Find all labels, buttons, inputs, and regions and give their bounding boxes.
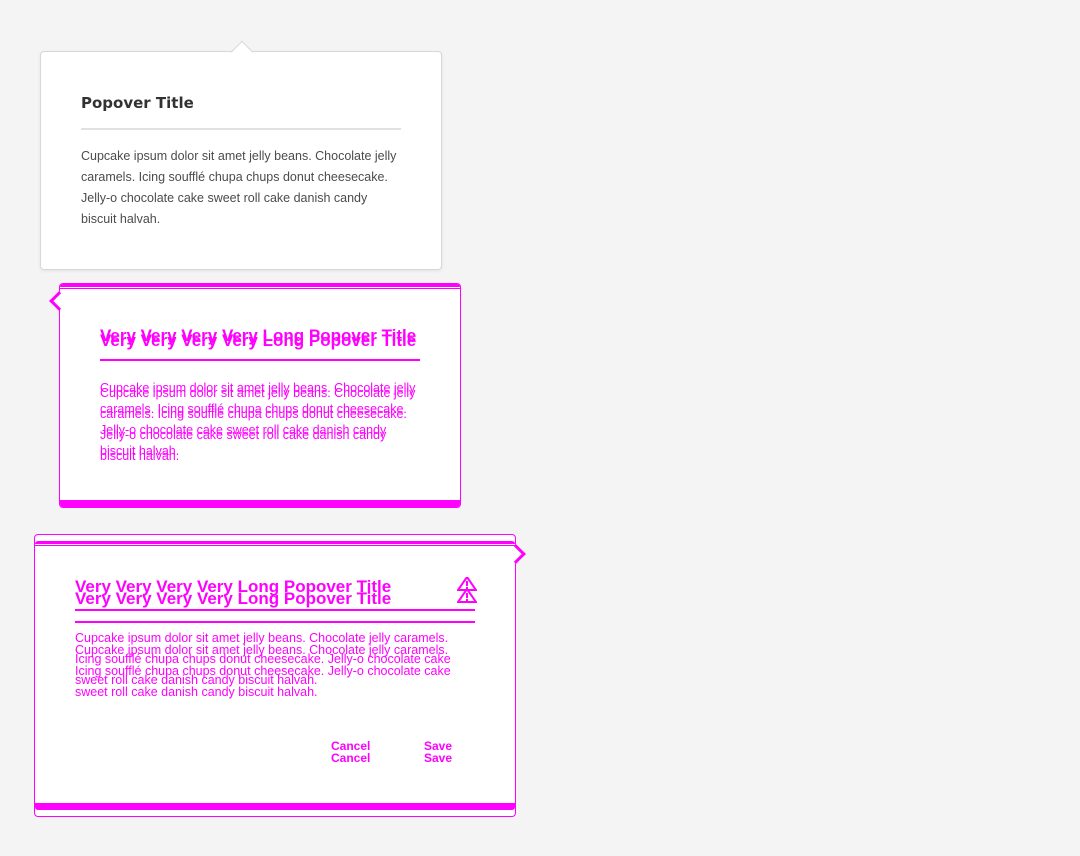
alert-icon-ghost: [457, 589, 477, 603]
popover-tip: [230, 40, 254, 64]
popover-basic: Popover Title Cupcake ipsum dolor sit am…: [40, 40, 442, 270]
popover-body-ghost: Cupcake ipsum dolor sit amet jelly beans…: [100, 386, 416, 463]
popover-long-title: Very Very Very Very Long Popover Title V…: [49, 283, 461, 508]
popover-title-ghost: Very Very Very Very Long Popover Title: [75, 589, 392, 608]
popover-body: Cupcake ipsum dolor sit amet jelly beans…: [81, 149, 397, 226]
save-button-ghost[interactable]: Save: [424, 751, 452, 765]
popover-bottom-edge: [35, 803, 515, 810]
popover-body-ghost: Cupcake ipsum dolor sit amet jelly beans…: [75, 643, 451, 699]
popover-divider: [75, 609, 475, 611]
popover-tip: [506, 544, 526, 564]
popover-dialog: Very Very Very Very Long Popover Title V…: [34, 534, 526, 817]
popover-bottom-edge: [60, 500, 460, 507]
popover-divider-ghost: [75, 621, 475, 623]
cancel-button-ghost[interactable]: Cancel: [331, 751, 370, 765]
popover-title: Popover Title: [81, 94, 194, 112]
popover-divider: [81, 128, 401, 130]
popover-divider: [100, 359, 420, 361]
popover-top-edge: [60, 284, 460, 289]
popover-top-edge: [35, 541, 515, 546]
popover-tip: [49, 291, 69, 311]
popover-title-ghost: Very Very Very Very Long Popover Title: [100, 331, 417, 350]
